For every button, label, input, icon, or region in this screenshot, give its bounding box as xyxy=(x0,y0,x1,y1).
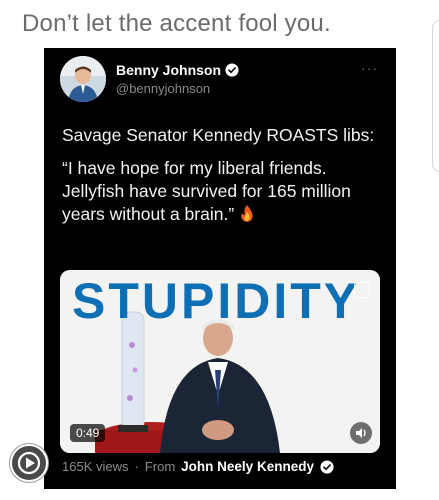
video-play-logo-icon[interactable] xyxy=(10,444,48,482)
verified-badge-icon xyxy=(320,459,334,474)
tweet-text: Savage Senator Kennedy ROASTS libs: “I h… xyxy=(62,124,382,236)
from-label: From xyxy=(144,459,176,474)
tweet-text-line-1: Savage Senator Kennedy ROASTS libs: xyxy=(62,125,375,145)
video-duration: 0:49 xyxy=(70,424,106,442)
post-caption: Don’t let the accent fool you. xyxy=(22,10,331,37)
speaker-icon xyxy=(356,428,366,438)
gif-toggle-icon[interactable] xyxy=(354,282,370,298)
avatar-photo xyxy=(60,56,106,102)
avatar[interactable] xyxy=(60,56,106,102)
fire-emoji-icon xyxy=(241,205,253,222)
author-name[interactable]: Benny Johnson xyxy=(116,62,221,78)
play-icon xyxy=(17,451,41,475)
more-options-icon[interactable]: ··· xyxy=(361,60,378,76)
adjacent-card-edge[interactable] xyxy=(432,20,439,172)
footer-separator: · xyxy=(134,459,139,474)
source-account-name[interactable]: John Neely Kennedy xyxy=(181,459,314,474)
embedded-tweet-card[interactable]: Benny Johnson @bennyjohnson ··· Savage S… xyxy=(44,48,396,489)
verified-badge-icon xyxy=(225,63,239,77)
tweet-footer: 165K views · From John Neely Kennedy xyxy=(62,459,334,474)
tweet-text-line-2: “I have hope for my liberal friends. Jel… xyxy=(62,157,382,226)
mute-button[interactable] xyxy=(350,422,372,444)
tweet-quote: “I have hope for my liberal friends. Jel… xyxy=(62,158,351,224)
video-overlay-title: STUPIDITY xyxy=(72,273,361,329)
author-handle[interactable]: @bennyjohnson xyxy=(116,81,210,96)
view-count: 165K views xyxy=(62,459,129,474)
video-player[interactable]: STUPIDITY 0:49 xyxy=(60,270,380,453)
